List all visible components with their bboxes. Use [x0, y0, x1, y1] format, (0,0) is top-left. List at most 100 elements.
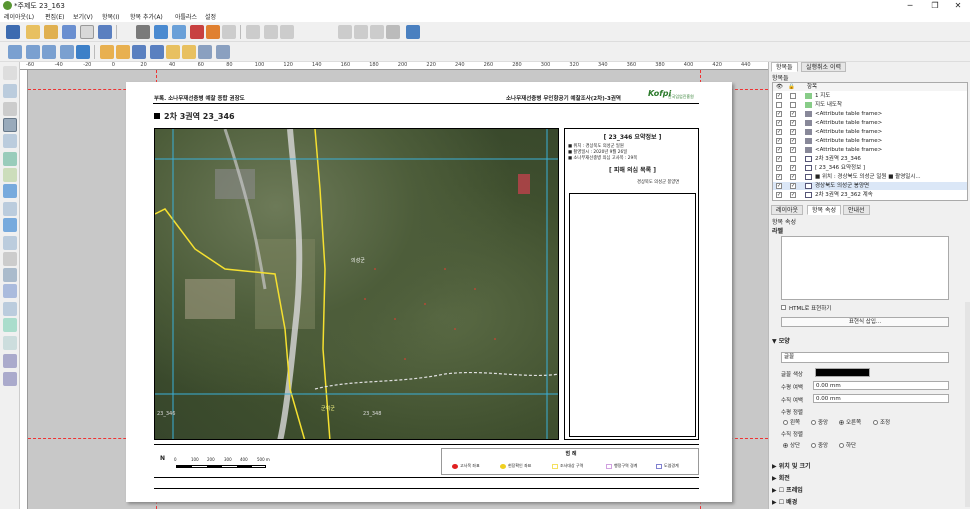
item-row[interactable]: ✓ 2차 3권역 23_346 — [773, 155, 967, 163]
export-pdf-icon[interactable] — [190, 25, 204, 39]
font-select[interactable]: 글꼴 — [781, 352, 949, 363]
edit-nodes-icon[interactable] — [3, 134, 17, 148]
area-title[interactable]: 2차 3권역 23_346 — [154, 111, 235, 122]
previous-feature-icon[interactable] — [280, 25, 294, 39]
lock-checkbox[interactable]: ✓ — [790, 192, 796, 198]
add-polyline-icon[interactable] — [3, 336, 17, 350]
visibility-checkbox[interactable]: ✓ — [776, 147, 782, 153]
label-text-area[interactable] — [781, 236, 949, 300]
item-row[interactable]: ✓ ✓ <Attribute table frame> — [773, 110, 967, 118]
lock-checkbox[interactable]: ✓ — [790, 138, 796, 144]
add-polygon-icon[interactable] — [3, 318, 17, 332]
insert-expression-button[interactable]: 표현식 삽입... — [781, 317, 949, 327]
layout-canvas[interactable]: 부록. 소나무재선충병 예찰 종합 권장도 소나무재선충병 무인항공기 예찰조사… — [28, 70, 768, 509]
lock-checkbox[interactable]: ✓ — [790, 165, 796, 171]
group-icon[interactable] — [132, 45, 146, 59]
align-left-icon[interactable] — [182, 45, 196, 59]
menu-edit[interactable]: 편집(E) — [45, 12, 65, 21]
item-row[interactable]: ✓ ✓ 2차 3권역 23_362 계속 — [773, 191, 967, 199]
export-image-icon[interactable] — [154, 25, 168, 39]
summary-title[interactable]: [ 23_346 요약정보 ] — [565, 132, 700, 141]
h-align-left-radio[interactable]: 왼쪽 — [783, 418, 800, 426]
visibility-checkbox[interactable]: ✓ — [776, 129, 782, 135]
menu-add-item[interactable]: 항목 추가(A) — [130, 12, 163, 21]
tab-layout[interactable]: 레이아웃 — [771, 205, 804, 215]
visibility-checkbox[interactable]: ✓ — [776, 138, 782, 144]
item-row[interactable]: ✓ 1 지도 — [773, 92, 967, 100]
add-fixed-table-icon[interactable] — [3, 372, 17, 386]
export-svg-icon[interactable] — [172, 25, 186, 39]
resize-icon[interactable] — [216, 45, 230, 59]
h-margin-input[interactable]: 0.00 mm — [813, 381, 949, 390]
atlas-settings-icon[interactable] — [406, 25, 420, 39]
v-align-middle-radio[interactable]: 중앙 — [811, 441, 828, 449]
item-row[interactable]: ✓ ✓ 경상북도 의성군 봉양면 — [773, 182, 967, 190]
add-shape-icon[interactable] — [3, 284, 17, 298]
suspect-list-title[interactable]: [ 피해 의심 목록 ] — [565, 165, 700, 174]
visibility-checkbox[interactable]: ✓ — [776, 183, 782, 189]
v-margin-input[interactable]: 0.00 mm — [813, 394, 949, 403]
header-right-label[interactable]: 소나무재선충병 무인항공기 예찰조사(2차)-3권역 — [506, 94, 621, 102]
add-scalebar-icon[interactable] — [3, 252, 17, 266]
lock-items-icon[interactable] — [100, 45, 114, 59]
lock-checkbox[interactable]: ✓ — [790, 183, 796, 189]
zoom-tool-icon[interactable] — [3, 84, 17, 98]
legend[interactable]: 범 례 고사목 좌표 현장확인 좌표 조사대상 구역 행정구역 경계 도엽경계 — [441, 448, 699, 475]
atlas-preview-icon[interactable] — [246, 25, 260, 39]
first-feature-icon[interactable] — [264, 25, 278, 39]
raise-icon[interactable] — [166, 45, 180, 59]
menu-layout[interactable]: 레이아웃(L) — [4, 12, 34, 21]
add-legend-icon[interactable] — [3, 236, 17, 250]
menu-item[interactable]: 항목(I) — [102, 12, 120, 21]
visibility-checkbox[interactable]: ✓ — [776, 120, 782, 126]
minimize-icon[interactable]: ─ — [900, 0, 920, 11]
frame-group[interactable]: ▶ ☐ 프레임 — [772, 485, 803, 494]
item-row[interactable]: ✓ ✓ ■ 위치 : 경상북도 의성군 일원 ■ 촬영일시... — [773, 173, 967, 181]
item-row[interactable]: ✓ ✓ [ 23_346 요약정보 ] — [773, 164, 967, 172]
visibility-checkbox[interactable]: ✓ — [776, 111, 782, 117]
dock-scrollbar[interactable] — [965, 302, 970, 507]
v-align-bottom-radio[interactable]: 하단 — [839, 441, 856, 449]
suspect-list-subtitle[interactable]: 경상북도 의성군 봉양면 — [637, 179, 679, 185]
layout-page[interactable]: 부록. 소나무재선충병 예찰 종합 권장도 소나무재선충병 무인항공기 예찰조사… — [126, 82, 732, 502]
lock-checkbox[interactable]: ✓ — [790, 129, 796, 135]
move-content-icon[interactable] — [3, 118, 17, 132]
tab-items[interactable]: 항목들 — [771, 62, 798, 72]
v-align-top-radio[interactable]: 상단 — [783, 441, 800, 449]
north-arrow-icon[interactable]: N — [160, 455, 165, 462]
h-align-center-radio[interactable]: 중앙 — [811, 418, 828, 426]
print-atlas-icon[interactable] — [370, 25, 384, 39]
visibility-checkbox[interactable]: ✓ — [776, 156, 782, 162]
h-align-right-radio[interactable]: 오른쪽 — [839, 418, 861, 426]
export-atlas-icon[interactable] — [386, 25, 400, 39]
close-icon[interactable]: ✕ — [948, 0, 968, 11]
visibility-checkbox[interactable]: ✓ — [776, 192, 782, 198]
visibility-checkbox[interactable]: ✓ — [776, 174, 782, 180]
item-row[interactable]: ✓ ✓ <Attribute table frame> — [773, 128, 967, 136]
menu-settings[interactable]: 설정 — [205, 12, 216, 21]
rotation-group[interactable]: ▶ 회전 — [772, 473, 790, 482]
lock-checkbox[interactable]: ✓ — [790, 111, 796, 117]
add-marker-icon[interactable] — [3, 302, 17, 316]
select-icon[interactable] — [3, 102, 17, 116]
items-list[interactable]: 👁 🔒 항목 ✓ 1 지도 지도 내도착 ✓ ✓ <Attribute table fra… — [772, 82, 968, 201]
restore-icon[interactable]: ❐ — [925, 0, 945, 11]
item-row[interactable]: ✓ ✓ <Attribute table frame> — [773, 119, 967, 127]
last-feature-icon[interactable] — [354, 25, 368, 39]
summary-panel[interactable]: [ 23_346 요약정보 ] ■ 위치 : 경상북도 의성군 일원 ■ 촬영일… — [564, 128, 699, 440]
add-north-arrow-icon[interactable] — [3, 268, 17, 282]
visibility-checkbox[interactable]: ✓ — [776, 93, 782, 99]
template-icon[interactable] — [80, 25, 94, 39]
zoom-100-icon[interactable] — [42, 45, 56, 59]
zoom-full-icon[interactable] — [60, 45, 74, 59]
item-row[interactable]: ✓ ✓ <Attribute table frame> — [773, 146, 967, 154]
background-group[interactable]: ▶ ☐ 배경 — [772, 497, 797, 506]
menu-view[interactable]: 보기(V) — [73, 12, 93, 21]
item-row[interactable]: 지도 내도착 — [773, 101, 967, 109]
lock-checkbox[interactable]: ✓ — [790, 120, 796, 126]
distribute-icon[interactable] — [198, 45, 212, 59]
h-align-justify-radio[interactable]: 조정 — [873, 418, 890, 426]
visibility-checkbox[interactable] — [776, 102, 782, 108]
add-attribute-table-icon[interactable] — [3, 354, 17, 368]
map-frame[interactable]: 의성군 군위군 23_346 23_348 — [154, 128, 559, 440]
